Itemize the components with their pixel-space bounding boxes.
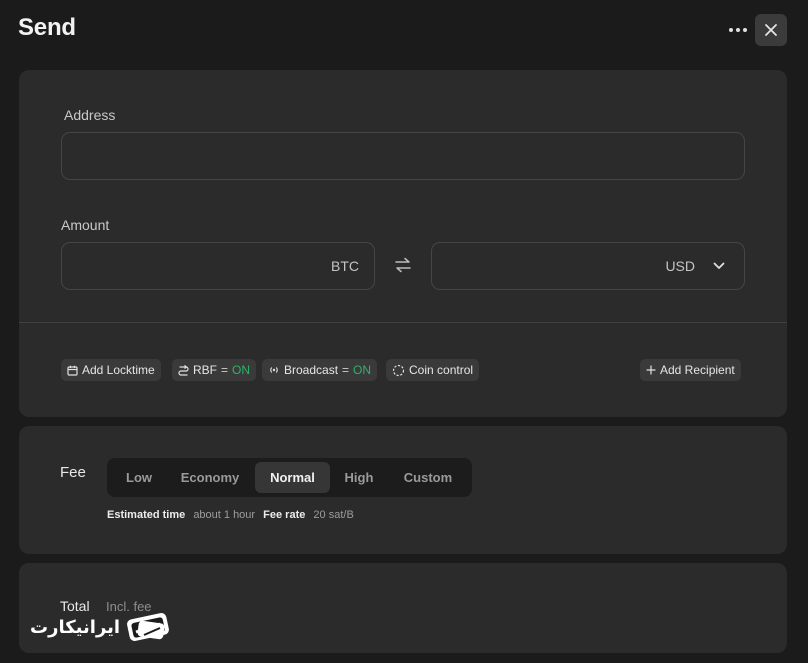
recipient-card: Address Amount BTC USD Add Locktime RBF … [19,70,787,417]
add-recipient-button[interactable]: Add Recipient [640,359,741,381]
swap-arrows-icon[interactable] [394,257,412,273]
chevron-down-icon[interactable] [713,262,725,270]
fee-details: Estimated time about 1 hour Fee rate 20 … [107,509,354,521]
broadcast-icon [268,364,280,376]
more-options-button[interactable] [724,17,752,43]
coin-control-icon [392,364,405,377]
page-title: Send [18,14,76,41]
btc-amount-input[interactable]: BTC [61,242,375,290]
calendar-icon [67,365,78,376]
fiat-unit: USD [665,258,695,274]
rbf-icon [178,364,189,376]
amount-label: Amount [61,217,110,233]
estimated-time-value: about 1 hour [193,509,256,521]
rbf-state: ON [232,363,251,377]
plus-icon [646,365,656,375]
estimated-time-label: Estimated time [107,509,186,521]
address-label: Address [64,107,116,123]
fee-option-normal[interactable]: Normal [255,462,330,493]
fee-level-selector: Low Economy Normal High Custom [107,458,472,497]
coin-control-button[interactable]: Coin control [386,359,480,381]
section-divider [19,322,787,323]
fee-option-low[interactable]: Low [113,462,165,493]
rbf-toggle[interactable]: RBF = ON [172,359,257,381]
close-icon [765,24,777,36]
watermark-logo: ایرانیکارت [30,609,172,645]
fee-rate-value: 20 sat/B [313,509,354,521]
fee-option-custom[interactable]: Custom [389,462,467,493]
card-logo-icon [127,613,170,641]
broadcast-state: ON [353,363,372,377]
address-input[interactable] [61,132,745,180]
fee-rate-label: Fee rate [263,509,306,521]
fee-option-high[interactable]: High [333,462,385,493]
fiat-amount-input[interactable]: USD [431,242,745,290]
add-locktime-button[interactable]: Add Locktime [61,359,161,381]
broadcast-toggle[interactable]: Broadcast = ON [262,359,378,381]
watermark-text: ایرانیکارت [30,616,121,638]
close-button[interactable] [755,14,787,46]
fee-card: Fee Low Economy Normal High Custom Estim… [19,426,787,554]
more-horizontal-icon [729,28,733,32]
fee-label: Fee [60,464,86,481]
fee-option-economy[interactable]: Economy [169,462,251,493]
btc-unit: BTC [331,258,359,274]
